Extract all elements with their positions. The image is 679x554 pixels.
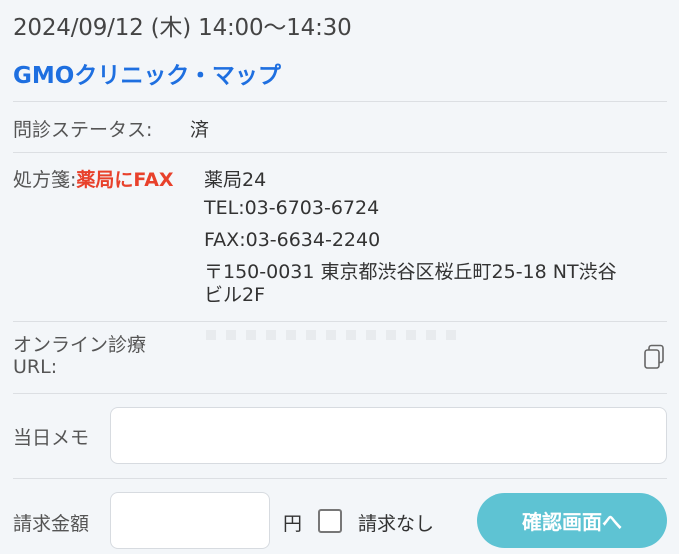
copy-icon[interactable]: [643, 344, 665, 370]
pharmacy-fax: FAX:03-6634-2240: [204, 229, 381, 251]
pharmacy-name: 薬局24: [204, 169, 267, 191]
billing-amount-input[interactable]: [110, 492, 270, 549]
prescription-delivery: 薬局にFAX: [76, 169, 174, 191]
memo-label: 当日メモ: [13, 427, 90, 449]
no-charge-checkbox[interactable]: [318, 509, 342, 533]
divider: [13, 321, 667, 322]
divider: [13, 101, 667, 102]
divider: [13, 393, 667, 394]
no-charge-label[interactable]: 請求なし: [358, 509, 434, 536]
divider: [13, 478, 667, 479]
memo-input[interactable]: [110, 407, 667, 464]
online-url-redacted: [206, 330, 456, 340]
clinic-name-link[interactable]: GMOクリニック・マップ: [13, 56, 281, 90]
pharmacy-tel: TEL:03-6703-6724: [204, 197, 380, 219]
pharmacy-address-line2: ビル2F: [204, 284, 266, 306]
online-url-label-line2: URL:: [13, 356, 58, 378]
appointment-card: 2024/09/12 (木) 14:00〜14:30 GMOクリニック・マップ …: [0, 0, 679, 554]
pharmacy-address-line1: 〒150-0031 東京都渋谷区桜丘町25-18 NT渋谷: [204, 261, 617, 283]
divider: [13, 152, 667, 153]
prescription-label: 処方箋:薬局にFAX: [13, 165, 174, 192]
appointment-datetime: 2024/09/12 (木) 14:00〜14:30: [13, 15, 352, 41]
online-url-label-line1: オンライン診療: [13, 334, 147, 356]
confirm-button[interactable]: 確認画面へ: [477, 493, 667, 548]
online-url-label: オンライン診療 URL:: [13, 334, 146, 378]
interview-status-label: 問診ステータス:: [13, 119, 153, 141]
billing-amount-label: 請求金額: [13, 513, 90, 535]
currency-unit: 円: [283, 513, 303, 535]
interview-status-value: 済: [190, 119, 210, 141]
prescription-label-text: 処方箋:: [13, 169, 77, 191]
